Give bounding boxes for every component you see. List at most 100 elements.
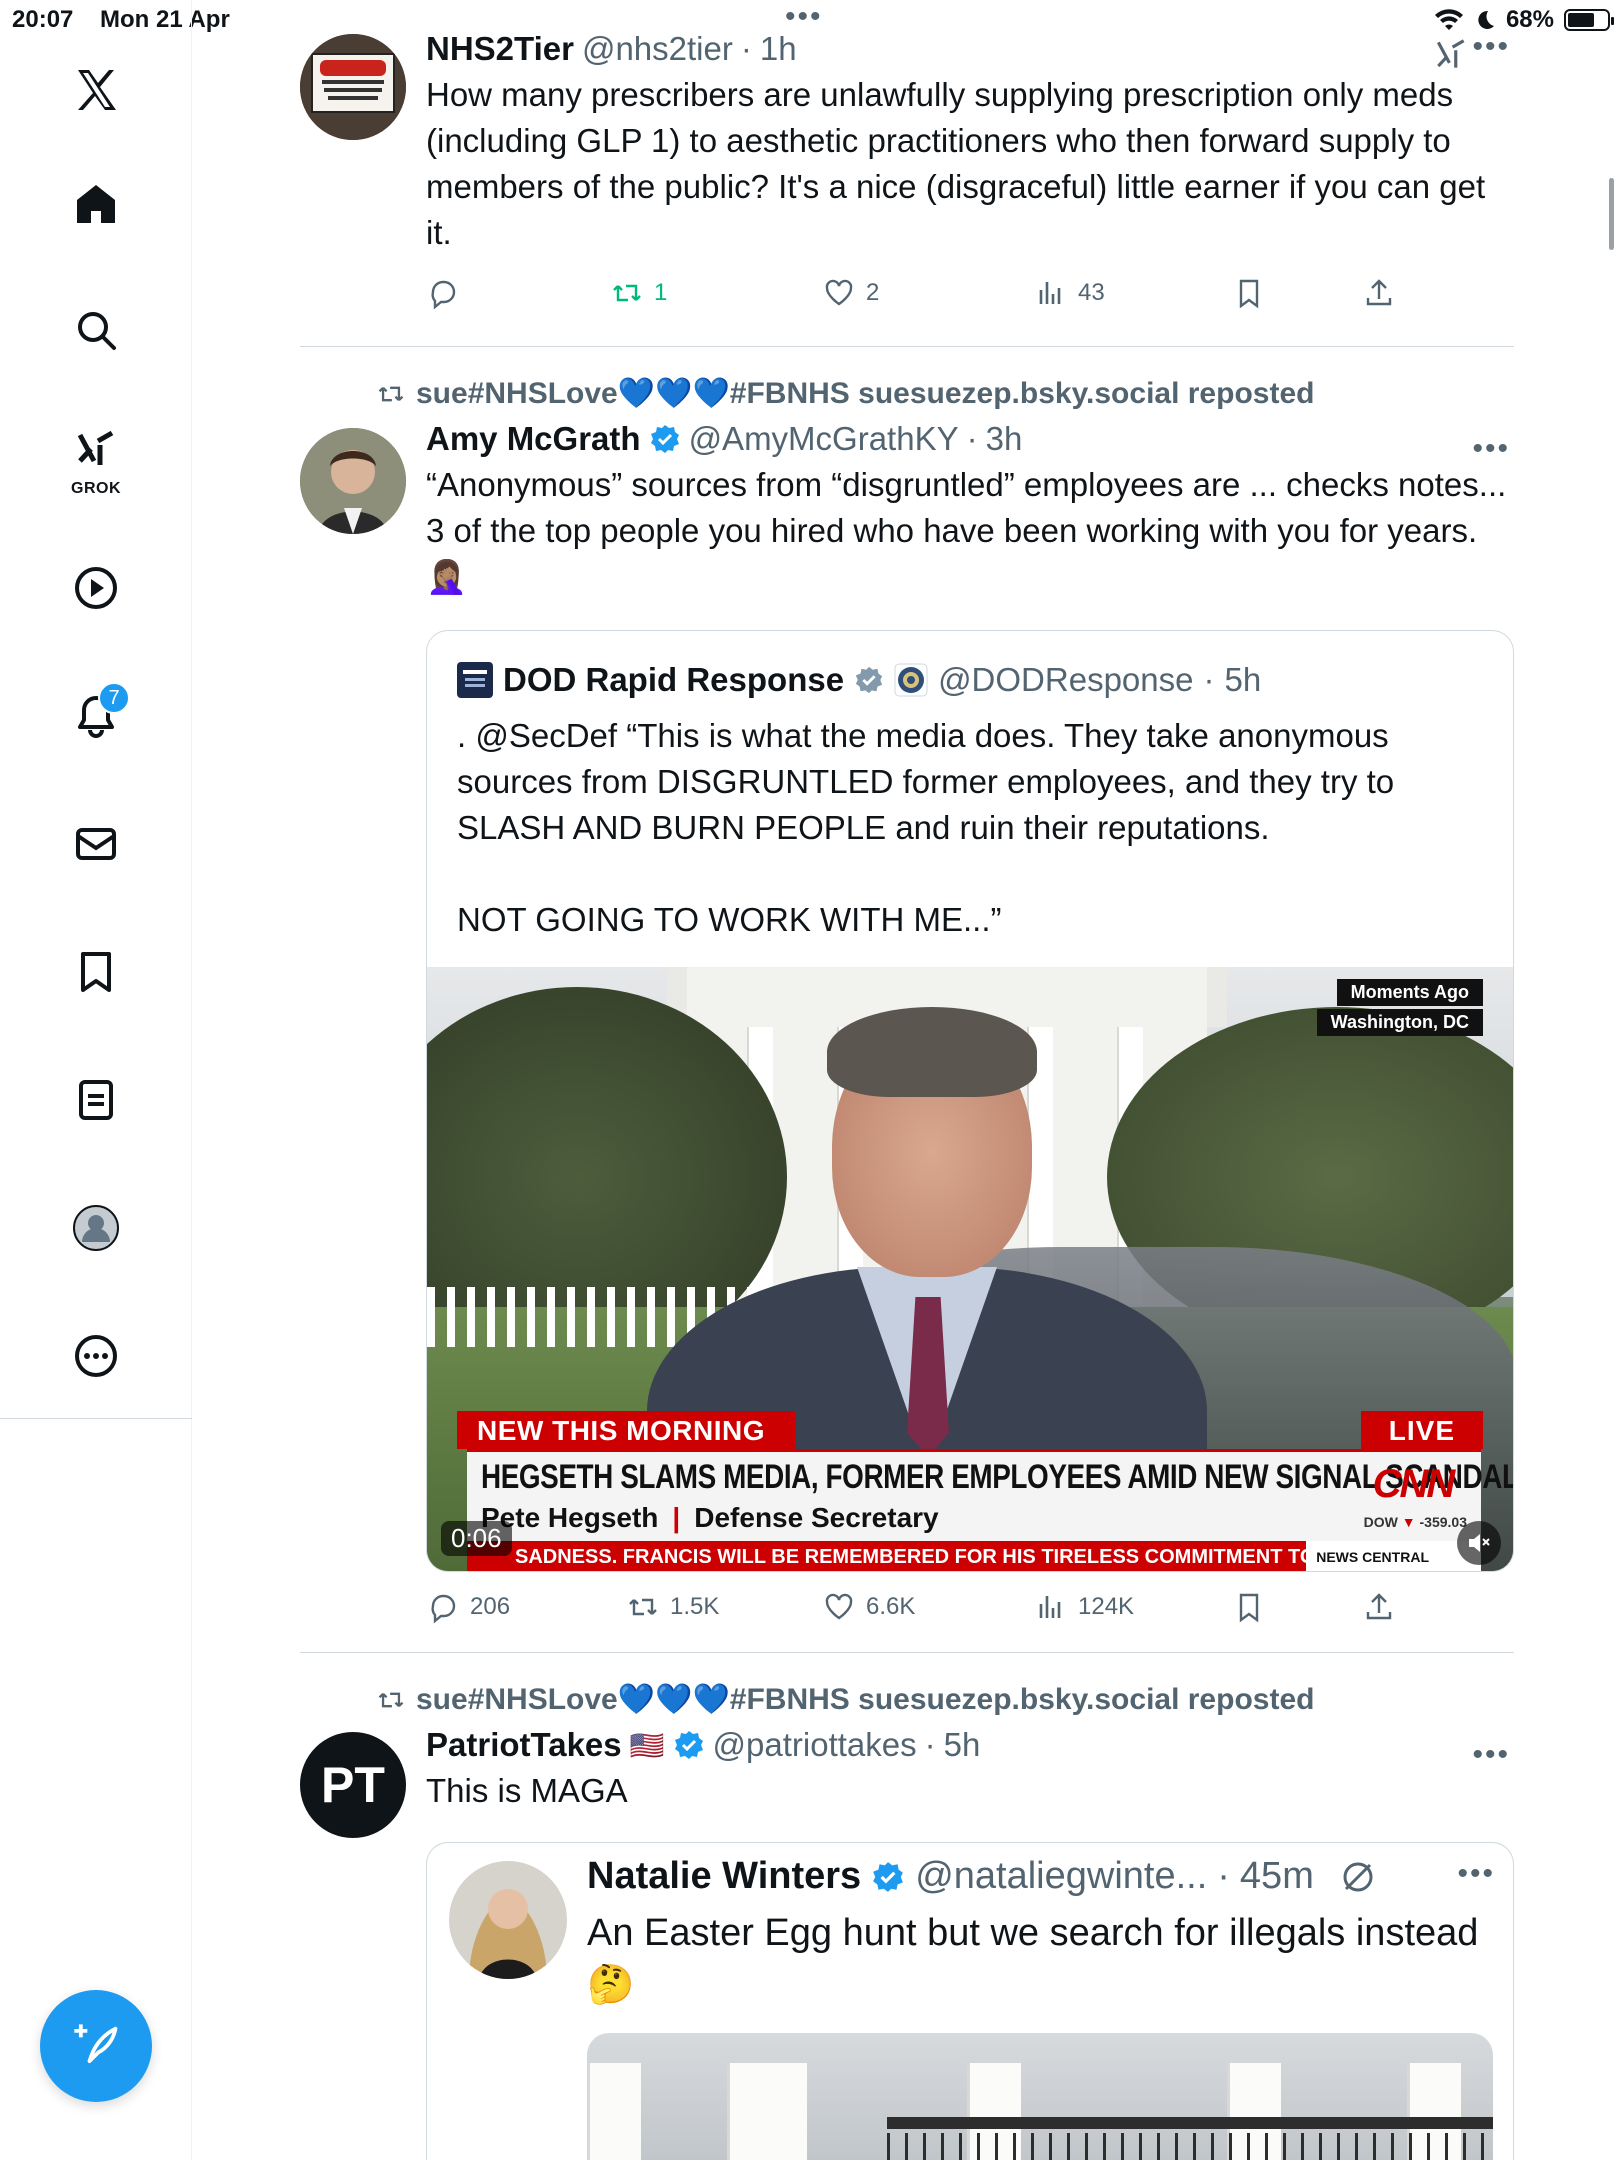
white-house-photo[interactable] xyxy=(587,2033,1493,2160)
mute-button[interactable] xyxy=(1457,1521,1501,1565)
quote-text: An Easter Egg hunt but we search for ill… xyxy=(587,1912,1479,2006)
grok-analyze-icon[interactable] xyxy=(1338,1857,1378,1897)
tweet-time[interactable]: 1h xyxy=(760,30,797,68)
reply-button[interactable]: 206 xyxy=(426,1590,510,1624)
tweet-actions: 1 2 43 xyxy=(426,276,1426,316)
grok-icon[interactable]: GROK xyxy=(56,420,136,500)
home-icon[interactable] xyxy=(56,164,136,244)
cnn-logo: CNN xyxy=(1372,1461,1456,1506)
quoted-tweet-dod[interactable]: DOD Rapid Response @DODResponse · 5h . @… xyxy=(426,630,1514,1572)
author-handle[interactable]: @AmyMcGrathKY xyxy=(689,420,959,458)
us-flag-icon: 🇺🇸 xyxy=(629,1729,665,1761)
notification-badge: 7 xyxy=(98,682,130,714)
quote-author-handle[interactable]: @nataliegwinte... xyxy=(915,1855,1207,1898)
dod-avatar[interactable] xyxy=(457,662,493,698)
compose-button[interactable] xyxy=(40,1990,152,2102)
tweet-text: “Anonymous” sources from “disgruntled” e… xyxy=(426,466,1507,595)
repost-count: 1 xyxy=(654,279,668,306)
share-icon xyxy=(1366,279,1392,306)
verified-badge-icon xyxy=(650,425,679,453)
quoted-tweet-natalie[interactable]: Natalie Winters @nataliegwinte... · 45m … xyxy=(426,1842,1514,2160)
quote-author-name[interactable]: DOD Rapid Response xyxy=(503,661,844,699)
government-seal-icon xyxy=(894,663,928,697)
scroll-indicator[interactable] xyxy=(1609,178,1614,250)
news-ticker: SADNESS. FRANCIS WILL BE REMEMBERED FOR … xyxy=(467,1541,1481,1571)
tweet-text: How many prescribers are unlawfully supp… xyxy=(426,76,1486,251)
avatar[interactable]: PT xyxy=(300,1732,406,1838)
repost-button[interactable]: 1 xyxy=(610,276,667,310)
author-handle[interactable]: @nhs2tier xyxy=(582,30,733,68)
verified-badge-icon xyxy=(674,1731,703,1759)
author-name[interactable]: PatriotTakes xyxy=(426,1726,622,1764)
share-button[interactable] xyxy=(1362,276,1396,310)
chyron-subject-title: Defense Secretary xyxy=(694,1502,939,1533)
bell-icon[interactable]: 7 xyxy=(56,676,136,756)
more-options-icon[interactable]: ••• xyxy=(1472,30,1510,64)
repost-indicator[interactable]: sue#NHSLove💙💙💙#FBNHS suesuezep.bsky.soci… xyxy=(376,1682,1314,1717)
share-button[interactable] xyxy=(1362,1590,1396,1624)
author-handle[interactable]: @patriottakes xyxy=(713,1726,917,1764)
repost-indicator[interactable]: sue#NHSLove💙💙💙#FBNHS suesuezep.bsky.soci… xyxy=(376,376,1314,411)
quote-author-handle[interactable]: @DODResponse xyxy=(938,661,1193,699)
profile-icon[interactable] xyxy=(56,1188,136,1268)
tweet-time[interactable]: 5h xyxy=(944,1726,981,1764)
more-options-icon[interactable]: ••• xyxy=(1457,1857,1495,1891)
tweet-divider xyxy=(300,1652,1514,1653)
mail-icon[interactable] xyxy=(56,804,136,884)
avatar-initials: PT xyxy=(321,1757,385,1813)
more-options-icon[interactable]: ••• xyxy=(1472,432,1510,466)
video-player[interactable]: Moments Ago Washington, DC NEW THIS MORN… xyxy=(427,967,1513,1571)
views-icon xyxy=(1039,282,1061,304)
reply-icon xyxy=(431,280,456,310)
live-badge: LIVE xyxy=(1360,1411,1483,1449)
like-count: 6.6K xyxy=(866,1593,916,1620)
like-button[interactable]: 2 xyxy=(822,276,879,310)
like-button[interactable]: 6.6K xyxy=(822,1590,915,1624)
muted-speaker-icon xyxy=(1469,1534,1490,1552)
tweet-time[interactable]: 3h xyxy=(986,420,1023,458)
tweet-actions: 206 1.5K 6.6K 124K xyxy=(426,1590,1426,1630)
avatar[interactable] xyxy=(300,428,406,534)
like-count: 2 xyxy=(866,279,880,306)
avatar[interactable] xyxy=(300,34,406,140)
battery-icon xyxy=(1564,9,1614,31)
ticker-tag: NEWS CENTRAL xyxy=(1306,1541,1481,1571)
views-button[interactable]: 43 xyxy=(1034,276,1105,310)
reply-button[interactable] xyxy=(426,276,460,310)
verified-badge-icon xyxy=(855,666,883,694)
grok-label: GROK xyxy=(71,480,121,497)
repost-button[interactable]: 1.5K xyxy=(626,1590,719,1624)
bookmark-icon xyxy=(1239,279,1259,309)
author-name[interactable]: NHS2Tier xyxy=(426,30,574,68)
video-tag-location: Washington, DC xyxy=(1316,1009,1483,1036)
heart-icon xyxy=(825,279,853,306)
list-icon[interactable] xyxy=(56,1060,136,1140)
more-options-icon[interactable]: ••• xyxy=(1472,1738,1510,1772)
bookmark-icon[interactable] xyxy=(56,932,136,1012)
author-name[interactable]: Amy McGrath xyxy=(426,420,641,458)
reposted-by: sue#NHSLove💙💙💙#FBNHS suesuezep.bsky.soci… xyxy=(416,1683,1315,1716)
quote-time[interactable]: 45m xyxy=(1240,1855,1314,1898)
quote-time[interactable]: 5h xyxy=(1225,661,1262,699)
reply-icon xyxy=(431,1594,456,1624)
quote-avatar[interactable] xyxy=(449,1861,567,1979)
views-button[interactable]: 124K xyxy=(1034,1590,1134,1624)
chyron-headline: HEGSETH SLAMS MEDIA, FORMER EMPLOYEES AM… xyxy=(481,1458,1514,1496)
tweet-divider xyxy=(300,346,1514,347)
danger-sign-icon xyxy=(300,34,406,140)
bookmark-icon xyxy=(1239,1593,1259,1623)
play-icon[interactable] xyxy=(56,548,136,628)
grok-icon[interactable] xyxy=(1432,36,1470,74)
repost-icon xyxy=(613,284,641,302)
x-logo-icon[interactable] xyxy=(56,50,136,130)
bookmark-button[interactable] xyxy=(1232,276,1266,310)
chyron: HEGSETH SLAMS MEDIA, FORMER EMPLOYEES AM… xyxy=(467,1449,1513,1541)
bookmark-button[interactable] xyxy=(1232,1590,1266,1624)
search-icon[interactable] xyxy=(56,290,136,370)
verified-badge-icon xyxy=(873,1861,904,1892)
quote-author-name[interactable]: Natalie Winters xyxy=(587,1855,861,1898)
multitasking-dots-icon[interactable]: ••• xyxy=(785,0,823,34)
more-icon[interactable] xyxy=(56,1316,136,1396)
moon-icon xyxy=(1478,10,1494,29)
view-count: 124K xyxy=(1078,1593,1135,1620)
